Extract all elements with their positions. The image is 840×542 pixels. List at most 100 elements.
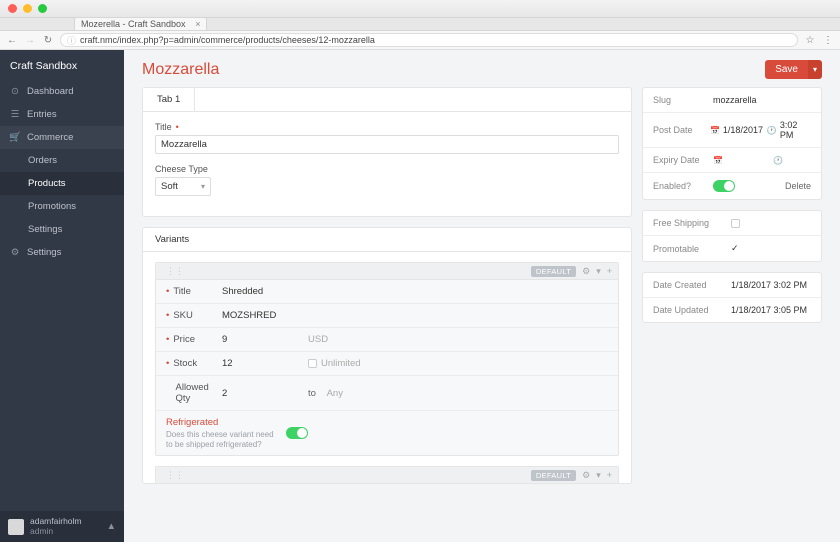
- sidebar-item-orders[interactable]: Orders: [0, 149, 124, 172]
- default-badge: DEFAULT: [531, 266, 576, 277]
- refrigerated-label: Refrigerated: [166, 417, 276, 428]
- save-button[interactable]: Save: [765, 60, 808, 79]
- title-input[interactable]: [155, 135, 619, 154]
- to-label: to: [308, 388, 316, 399]
- close-tab-icon[interactable]: ×: [195, 19, 200, 29]
- browser-tab-strip: Mozerella - Craft Sandbox ×: [0, 18, 840, 31]
- tab-label: Tab 1: [157, 94, 180, 105]
- meta-label: Post Date: [653, 125, 710, 135]
- post-date-value[interactable]: 1/18/2017: [723, 125, 763, 135]
- tabs-bar: Tab 1: [143, 88, 631, 112]
- sidebar-user[interactable]: adamfairholm admin ▲: [0, 511, 124, 542]
- refrigerated-toggle[interactable]: [286, 427, 308, 439]
- sidebar-item-label: Products: [28, 178, 66, 189]
- reload-icon[interactable]: ↻: [42, 34, 54, 46]
- chevron-up-icon[interactable]: ▲: [107, 521, 116, 532]
- clock-icon[interactable]: 🕐: [767, 125, 777, 135]
- gear-icon[interactable]: ⚙: [582, 266, 590, 277]
- chevron-down-icon[interactable]: ▾: [596, 470, 601, 481]
- variants-label: Variants: [155, 234, 189, 245]
- variant-row-refrigerated: Refrigerated Does this cheese variant ne…: [156, 411, 618, 455]
- forward-icon[interactable]: →: [24, 34, 36, 46]
- sidebar-commerce-sub: Orders Products Promotions Settings: [0, 149, 124, 241]
- row-label: Title: [173, 286, 191, 297]
- cheese-type-label: Cheese Type: [155, 164, 619, 174]
- tab-panel: Tab 1 Title • Cheese Type: [142, 87, 632, 217]
- sidebar-item-commerce-settings[interactable]: Settings: [0, 218, 124, 241]
- variants-tab[interactable]: Variants: [143, 228, 631, 252]
- sidebar-item-dashboard[interactable]: ⊙ Dashboard: [0, 80, 124, 103]
- row-value[interactable]: 12: [222, 358, 308, 369]
- row-extra: Unlimited: [321, 358, 361, 369]
- minimize-window-icon[interactable]: [23, 4, 32, 13]
- updated-value: 1/18/2017 3:05 PM: [731, 305, 807, 315]
- post-time-value[interactable]: 3:02 PM: [780, 120, 811, 140]
- sidebar-item-label: Dashboard: [27, 86, 73, 97]
- avatar: [8, 519, 24, 535]
- variant-card: ⋮⋮ DEFAULT ⚙ ▾ + •Title Shredded •SKU: [155, 262, 619, 456]
- row-value[interactable]: Shredded: [222, 286, 308, 297]
- plus-icon[interactable]: +: [607, 266, 612, 276]
- brand-title[interactable]: Craft Sandbox: [0, 50, 124, 80]
- row-value[interactable]: MOZSHRED: [222, 310, 308, 321]
- variant-row-title: •Title Shredded: [156, 280, 618, 304]
- free-shipping-checkbox[interactable]: [731, 219, 740, 228]
- meta-panel-3: Date Created 1/18/2017 3:02 PM Date Upda…: [642, 272, 822, 323]
- variant-row-stock: •Stock 12 Unlimited: [156, 352, 618, 376]
- chevron-down-icon: ▾: [201, 182, 205, 191]
- menu-icon[interactable]: ⋮: [822, 34, 834, 46]
- sidebar-item-entries[interactable]: ☰ Entries: [0, 103, 124, 126]
- sidebar-item-label: Settings: [28, 224, 62, 235]
- slug-value[interactable]: mozzarella: [713, 95, 757, 105]
- address-bar[interactable]: ⓘ craft.nmc/index.php?p=admin/commerce/p…: [60, 33, 798, 47]
- enabled-toggle[interactable]: [713, 180, 735, 192]
- sidebar-item-products[interactable]: Products: [0, 172, 124, 195]
- maximize-window-icon[interactable]: [38, 4, 47, 13]
- calendar-icon[interactable]: 📅: [710, 125, 720, 135]
- info-icon: ⓘ: [67, 34, 76, 47]
- save-dropdown[interactable]: ▾: [808, 60, 822, 79]
- meta-created: Date Created 1/18/2017 3:02 PM: [643, 273, 821, 298]
- tab-1[interactable]: Tab 1: [143, 88, 195, 111]
- calendar-icon[interactable]: 📅: [713, 155, 723, 165]
- meta-expiry-date: Expiry Date 📅 🕐: [643, 148, 821, 173]
- variant-row-sku: •SKU MOZSHRED: [156, 304, 618, 328]
- promotable-checkbox[interactable]: ✓: [731, 243, 739, 254]
- row-value[interactable]: 9: [222, 334, 308, 345]
- star-icon[interactable]: ☆: [804, 34, 816, 46]
- meta-label: Date Created: [653, 280, 731, 290]
- sidebar-item-promotions[interactable]: Promotions: [0, 195, 124, 218]
- meta-updated: Date Updated 1/18/2017 3:05 PM: [643, 298, 821, 322]
- variant-row-price: •Price 9 USD: [156, 328, 618, 352]
- unlimited-checkbox[interactable]: [308, 359, 317, 368]
- sidebar-item-label: Commerce: [27, 132, 73, 143]
- required-indicator: •: [176, 122, 179, 132]
- drag-handle-icon[interactable]: ⋮⋮: [162, 266, 184, 277]
- row-extra: USD: [308, 334, 328, 345]
- delete-link[interactable]: Delete: [785, 181, 811, 191]
- sidebar-item-settings[interactable]: ⚙ Settings: [0, 241, 124, 264]
- sidebar-item-commerce[interactable]: 🛒 Commerce: [0, 126, 124, 149]
- drag-handle-icon[interactable]: ⋮⋮: [162, 470, 184, 481]
- row-value[interactable]: 2: [222, 388, 308, 399]
- browser-tab[interactable]: Mozerella - Craft Sandbox ×: [74, 17, 207, 30]
- entries-icon: ☰: [10, 110, 20, 120]
- meta-slug: Slug mozzarella: [643, 88, 821, 113]
- app-frame: Craft Sandbox ⊙ Dashboard ☰ Entries 🛒 Co…: [0, 50, 840, 542]
- chevron-down-icon[interactable]: ▾: [596, 266, 601, 277]
- url-text: craft.nmc/index.php?p=admin/commerce/pro…: [80, 35, 375, 45]
- page-header: Mozzarella Save ▾: [124, 50, 840, 87]
- clock-icon[interactable]: 🕐: [773, 155, 783, 165]
- row-label: Allowed Qty: [176, 382, 223, 404]
- gear-icon[interactable]: ⚙: [582, 470, 590, 481]
- plus-icon[interactable]: +: [607, 470, 612, 480]
- refrigerated-desc: Does this cheese variant need to be ship…: [166, 430, 276, 449]
- cart-icon: 🛒: [10, 133, 20, 143]
- back-icon[interactable]: ←: [6, 34, 18, 46]
- meta-label: Date Updated: [653, 305, 731, 315]
- created-value: 1/18/2017 3:02 PM: [731, 280, 807, 290]
- close-window-icon[interactable]: [8, 4, 17, 13]
- cheese-type-select[interactable]: Soft ▾: [155, 177, 211, 196]
- main: Mozzarella Save ▾ Tab 1 Titl: [124, 50, 840, 542]
- meta-free-shipping: Free Shipping: [643, 211, 821, 236]
